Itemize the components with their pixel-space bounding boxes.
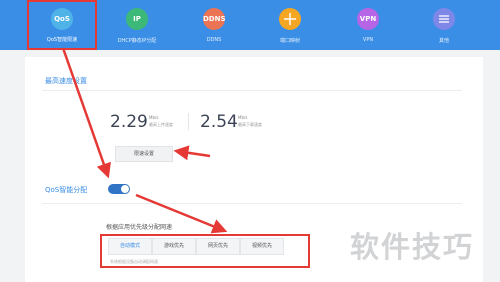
download-speed-unit: Mb/s (238, 115, 248, 120)
nav-port-forward-label: 端口映射 (279, 38, 300, 44)
qos-toggle[interactable] (108, 184, 130, 194)
nav-vpn[interactable]: VPN VPN (333, 0, 403, 50)
nav-vpn-label: VPN (362, 37, 374, 43)
ip-icon: IP (126, 8, 148, 30)
mode-prompt: 根据应用优先级分配网速 (106, 224, 173, 231)
modes-highlight-box (100, 234, 310, 268)
qos-divider (42, 203, 462, 204)
nav-other[interactable]: 其他 (409, 0, 479, 50)
vpn-icon: VPN (357, 8, 379, 30)
speed-limit-button[interactable]: 限速设置 (115, 146, 173, 162)
nav-other-label: 其他 (438, 38, 449, 44)
download-speed-desc: 最高下载速度 (238, 122, 262, 127)
menu-icon (433, 8, 455, 30)
qos-toggle-knob (121, 185, 129, 193)
speed-section-title: 最高速度设置 (45, 77, 87, 85)
nav-ddns-label: DDNS (206, 37, 222, 43)
speed-separator (188, 113, 189, 130)
nav-dhcp[interactable]: IP DHCP静态IP分配 (102, 0, 172, 50)
nav-port-forward[interactable]: 端口映射 (255, 0, 325, 50)
watermark: 软件技巧 (350, 230, 475, 264)
upload-speed-value: 2.29 (110, 112, 148, 132)
upload-speed-desc: 最高上传速度 (149, 122, 173, 127)
port-forward-icon (279, 8, 301, 30)
nav-ddns[interactable]: DDNS DDNS (179, 0, 249, 50)
ddns-icon: DDNS (203, 8, 226, 30)
qos-section-title: QoS智能分配 (45, 186, 88, 194)
top-nav-bar: QoS QoS智能限速 IP DHCP静态IP分配 DDNS DDNS 端口映射… (0, 0, 500, 50)
nav-qos[interactable]: QoS QoS智能限速 (27, 0, 97, 50)
nav-qos-label: QoS智能限速 (46, 37, 78, 43)
nav-dhcp-label: DHCP静态IP分配 (117, 38, 157, 44)
upload-speed-unit: Mb/s (149, 115, 159, 120)
qos-icon: QoS (51, 8, 73, 30)
speed-divider (42, 90, 462, 91)
download-speed-value: 2.54 (200, 112, 238, 132)
